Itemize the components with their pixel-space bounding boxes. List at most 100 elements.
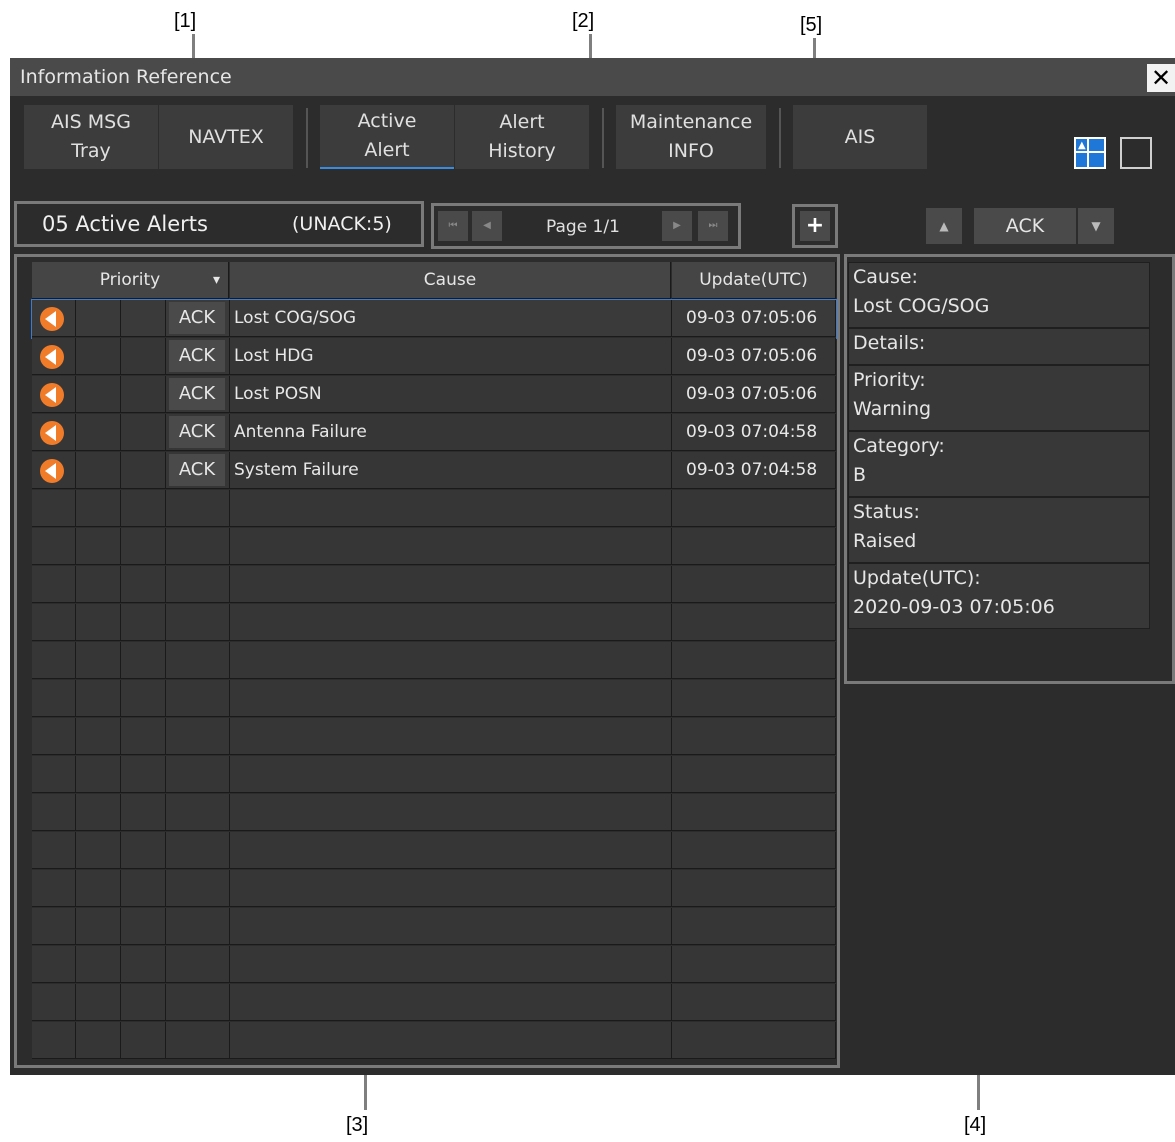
update-cell: 09-03 07:05:06 <box>672 338 836 375</box>
empty-cell <box>121 528 166 565</box>
empty-cell <box>230 680 672 717</box>
empty-cell <box>672 604 836 641</box>
tab-maintenance-info[interactable]: Maintenance INFO <box>616 105 766 169</box>
empty-cell <box>121 1022 166 1059</box>
ack-button[interactable]: ACK <box>974 208 1076 244</box>
empty-cell <box>121 718 166 755</box>
table-row[interactable]: ACK Lost COG/SOG 09-03 07:05:06 <box>31 299 837 339</box>
empty-cell <box>32 984 76 1021</box>
empty-cell <box>121 870 166 907</box>
warning-speaker-icon <box>40 307 64 331</box>
empty-cell <box>166 490 230 527</box>
single-layout-icon[interactable] <box>1120 137 1152 169</box>
category-label: Category: <box>853 435 945 457</box>
empty-cell <box>672 832 836 869</box>
empty-cell <box>672 908 836 945</box>
details-label: Details: <box>853 332 926 354</box>
callout-2: [2] <box>572 10 595 32</box>
tab-ais-msg-tray[interactable]: AIS MSG Tray <box>24 105 158 169</box>
empty-cell <box>166 1022 230 1059</box>
empty-cell <box>230 566 672 603</box>
update-header[interactable]: Update(UTC) <box>672 262 836 299</box>
tab-navtex[interactable]: NAVTEX <box>159 105 293 169</box>
empty-cell <box>32 794 76 831</box>
callout-4: [4] <box>964 1114 987 1136</box>
empty-cell <box>121 490 166 527</box>
empty-cell <box>672 794 836 831</box>
update-cell: 09-03 07:05:06 <box>672 376 836 413</box>
empty-cell <box>121 756 166 793</box>
row-ack-button[interactable]: ACK <box>169 340 225 372</box>
sort-arrow-icon: ▾ <box>212 272 220 288</box>
empty-cell <box>166 756 230 793</box>
callout-1: [1] <box>174 10 197 32</box>
scroll-down-button[interactable]: ▼ <box>1078 208 1114 244</box>
empty-cell <box>32 604 76 641</box>
empty-cell <box>121 566 166 603</box>
empty-cell <box>32 680 76 717</box>
cause-label: Cause: <box>853 266 918 288</box>
cause-value: Lost COG/SOG <box>853 295 990 317</box>
empty-cell <box>166 908 230 945</box>
empty-cell <box>121 604 166 641</box>
table-row[interactable]: ACK Antenna Failure 09-03 07:04:58 <box>32 414 836 452</box>
next-page-button[interactable]: ▶ <box>662 211 692 241</box>
row-ack-button[interactable]: ACK <box>169 378 225 410</box>
empty-table-row <box>32 490 836 528</box>
empty-cell <box>32 908 76 945</box>
empty-cell <box>32 946 76 983</box>
tab-active-alert[interactable]: Active Alert <box>320 105 454 169</box>
table-row[interactable]: ACK Lost HDG 09-03 07:05:06 <box>32 338 836 376</box>
empty-cell <box>672 642 836 679</box>
empty-table-row <box>32 908 836 946</box>
empty-table-row <box>32 946 836 984</box>
window-title: Information Reference <box>20 66 232 88</box>
row-ack-button[interactable]: ACK <box>169 302 225 334</box>
empty-cell <box>166 718 230 755</box>
row-ack-button[interactable]: ACK <box>169 454 225 486</box>
empty-cell <box>121 946 166 983</box>
empty-cell <box>76 566 121 603</box>
plus-button[interactable]: + <box>800 211 830 241</box>
empty-cell <box>230 908 672 945</box>
empty-cell <box>672 1022 836 1059</box>
empty-cell <box>672 870 836 907</box>
empty-cell <box>672 718 836 755</box>
empty-cell <box>672 680 836 717</box>
empty-table-row <box>32 1022 836 1060</box>
alert-count-display: 05 Active Alerts (UNACK:5) <box>14 201 424 247</box>
close-button[interactable]: ✕ <box>1147 64 1175 92</box>
empty-cell <box>230 718 672 755</box>
table-row[interactable]: ACK System Failure 09-03 07:04:58 <box>32 452 836 490</box>
tab-alert-history[interactable]: Alert History <box>455 105 589 169</box>
empty-cell <box>32 870 76 907</box>
empty-cell <box>76 490 121 527</box>
empty-cell <box>76 718 121 755</box>
callout-3: [3] <box>346 1114 369 1136</box>
first-page-button[interactable]: ⏮ <box>438 211 468 241</box>
empty-cell <box>76 680 121 717</box>
last-page-button[interactable]: ⏭ <box>698 211 728 241</box>
cause-cell: System Failure <box>230 452 672 489</box>
empty-cell <box>166 832 230 869</box>
tab-ais[interactable]: AIS <box>793 105 927 169</box>
active-alerts-count: 05 Active Alerts <box>42 212 208 236</box>
update-cell: 09-03 07:05:06 <box>672 300 836 337</box>
empty-cell <box>32 528 76 565</box>
empty-table-row <box>32 566 836 604</box>
prev-page-button[interactable]: ◀ <box>472 211 502 241</box>
scroll-up-button[interactable]: ▲ <box>926 208 962 244</box>
row-ack-button[interactable]: ACK <box>169 416 225 448</box>
cause-header[interactable]: Cause <box>230 262 671 299</box>
priority-header[interactable]: Priority ▾ <box>32 262 229 299</box>
empty-cell <box>230 832 672 869</box>
empty-cell <box>230 756 672 793</box>
status-label: Status: <box>853 501 920 523</box>
empty-cell <box>76 642 121 679</box>
empty-cell <box>230 642 672 679</box>
table-row[interactable]: ACK Lost POSN 09-03 07:05:06 <box>32 376 836 414</box>
empty-cell <box>166 566 230 603</box>
detail-priority: Priority: Warning <box>848 365 1150 431</box>
warning-speaker-icon <box>40 383 64 407</box>
split-layout-icon[interactable]: ▲ <box>1074 137 1106 169</box>
